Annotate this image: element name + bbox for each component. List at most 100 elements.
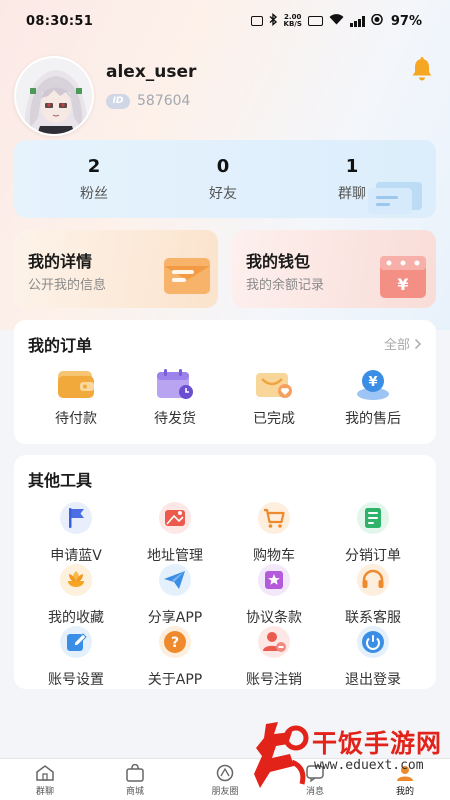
order-pending-shipment[interactable]: 待发货 — [125, 366, 225, 428]
tab-mall[interactable]: 商城 — [90, 759, 180, 800]
edit-icon — [60, 626, 92, 658]
vibrate-icon — [250, 16, 263, 26]
question-icon: ? — [159, 626, 191, 658]
watermark-logo — [254, 722, 309, 788]
stat-fans-label: 粉丝 — [80, 186, 108, 202]
status-time: 08:30:51 — [26, 13, 94, 29]
order-completed[interactable]: 已完成 — [224, 366, 324, 428]
tool-about-app[interactable]: ? 关于APP — [125, 625, 225, 689]
tool-about-app-label: 关于APP — [147, 672, 203, 688]
wifi-icon — [329, 14, 344, 28]
calendar-clock-icon — [155, 366, 195, 402]
tool-my-favorites-label: 我的收藏 — [48, 610, 104, 626]
my-details-subtitle: 公开我的信息 — [28, 278, 107, 293]
tool-distribution-orders-label: 分销订单 — [345, 548, 401, 564]
tool-contact-support-label: 联系客服 — [345, 610, 401, 626]
battery-level: 97% — [390, 13, 422, 29]
tab-group-chat-label: 群聊 — [35, 787, 54, 797]
cart-icon — [258, 502, 290, 534]
tool-agreement-terms[interactable]: 协议条款 — [224, 563, 324, 627]
envelope-icon — [164, 258, 210, 294]
stat-groups-value: 1 — [345, 156, 359, 177]
my-wallet-title: 我的钱包 — [246, 252, 311, 271]
battery-icon — [371, 13, 385, 28]
bluetooth-icon — [269, 13, 278, 29]
tool-account-settings-label: 账号设置 — [48, 672, 104, 688]
order-pending-payment[interactable]: 待付款 — [26, 366, 126, 428]
headset-icon — [357, 564, 389, 596]
user-remove-icon — [258, 626, 290, 658]
tools-title: 其他工具 — [28, 471, 93, 490]
tool-account-settings[interactable]: 账号设置 — [26, 625, 126, 689]
orders-title: 我的订单 — [28, 336, 93, 355]
chevron-right-icon — [414, 338, 422, 349]
username: alex_user — [106, 62, 197, 82]
orders-see-all[interactable]: 全部 — [384, 334, 422, 353]
svg-text:¥: ¥ — [397, 275, 408, 294]
tool-distribution-orders[interactable]: 分销订单 — [323, 501, 423, 565]
tool-shopping-cart-label: 购物车 — [253, 548, 295, 564]
stat-fans[interactable]: 2 粉丝 — [54, 156, 134, 203]
tab-group-chat[interactable]: 群聊 — [0, 759, 90, 800]
tab-moments-label: 朋友圈 — [211, 787, 239, 797]
id-badge: ID — [106, 93, 130, 109]
svg-text:?: ? — [171, 635, 179, 651]
tool-contact-support[interactable]: 联系客服 — [323, 563, 423, 627]
stat-friends-label: 好友 — [209, 186, 237, 202]
tool-apply-blue-v[interactable]: 申请蓝V — [26, 501, 126, 565]
watermark-url: www.eduext.com — [314, 758, 424, 773]
yen-service-icon: ¥ — [353, 366, 393, 402]
stat-fans-value: 2 — [87, 156, 101, 177]
power-icon — [357, 626, 389, 658]
tools-section: 其他工具 申请蓝V 地址管理 购物车 分销订单 我的收藏 分享APP 协议条款 … — [14, 455, 436, 689]
stats-card: 2 粉丝 0 好友 1 群聊 — [14, 140, 436, 218]
agreement-icon — [258, 564, 290, 596]
tool-my-favorites[interactable]: 我的收藏 — [26, 563, 126, 627]
wallet-icon — [56, 366, 96, 402]
status-bar: 08:30:51 2.00 KB/S 97% — [0, 0, 450, 42]
user-id: 587604 — [137, 93, 191, 109]
tool-address-management-label: 地址管理 — [147, 548, 203, 564]
signal-icon — [349, 15, 365, 27]
hd-icon — [307, 16, 323, 26]
tool-address-management[interactable]: 地址管理 — [125, 501, 225, 565]
tool-share-app[interactable]: 分享APP — [125, 563, 225, 627]
tool-share-app-label: 分享APP — [147, 610, 203, 626]
see-all-label: 全部 — [383, 338, 410, 353]
tool-apply-blue-v-label: 申请蓝V — [50, 548, 102, 564]
bell-icon[interactable] — [408, 55, 436, 83]
watermark: 干饭手游网 www.eduext.com — [252, 718, 444, 798]
watermark-brand: 干饭手游网 — [312, 729, 443, 758]
flower-icon — [60, 564, 92, 596]
map-icon — [159, 502, 191, 534]
my-details-card[interactable]: 我的详情 公开我的信息 — [14, 230, 218, 308]
status-icons: 2.00 KB/S 97% — [250, 13, 422, 29]
paper-plane-icon — [159, 564, 191, 596]
avatar[interactable] — [14, 56, 94, 136]
tool-account-deletion[interactable]: 账号注销 — [224, 625, 324, 689]
home-icon — [36, 765, 54, 781]
document-icon — [357, 502, 389, 534]
flag-icon — [60, 502, 92, 534]
order-after-sales-label: 我的售后 — [345, 411, 401, 427]
tab-mall-label: 商城 — [125, 787, 144, 797]
wallet-yen-icon: ¥ — [380, 256, 426, 298]
order-completed-label: 已完成 — [253, 411, 295, 427]
stat-friends[interactable]: 0 好友 — [183, 156, 263, 203]
tool-logout[interactable]: 退出登录 — [323, 625, 423, 689]
shop-bag-icon — [126, 764, 144, 782]
order-after-sales[interactable]: ¥ 我的售后 — [323, 366, 423, 428]
tool-shopping-cart[interactable]: 购物车 — [224, 501, 324, 565]
chat-decoration-icon — [368, 182, 422, 214]
order-pending-payment-label: 待付款 — [55, 411, 97, 427]
my-details-title: 我的详情 — [28, 252, 93, 271]
orders-section: 我的订单 全部 待付款 待发货 已完成 ¥ 我的售后 — [14, 320, 436, 444]
order-pending-shipment-label: 待发货 — [154, 411, 196, 427]
stat-friends-value: 0 — [216, 156, 230, 177]
user-id-row: ID 587604 — [106, 93, 190, 109]
tool-agreement-terms-label: 协议条款 — [246, 610, 302, 626]
completed-box-icon — [254, 366, 294, 402]
net-speed: 2.00 KB/S — [283, 13, 302, 28]
moments-icon — [216, 764, 234, 782]
my-wallet-card[interactable]: 我的钱包 我的余额记录 ¥ — [232, 230, 436, 308]
